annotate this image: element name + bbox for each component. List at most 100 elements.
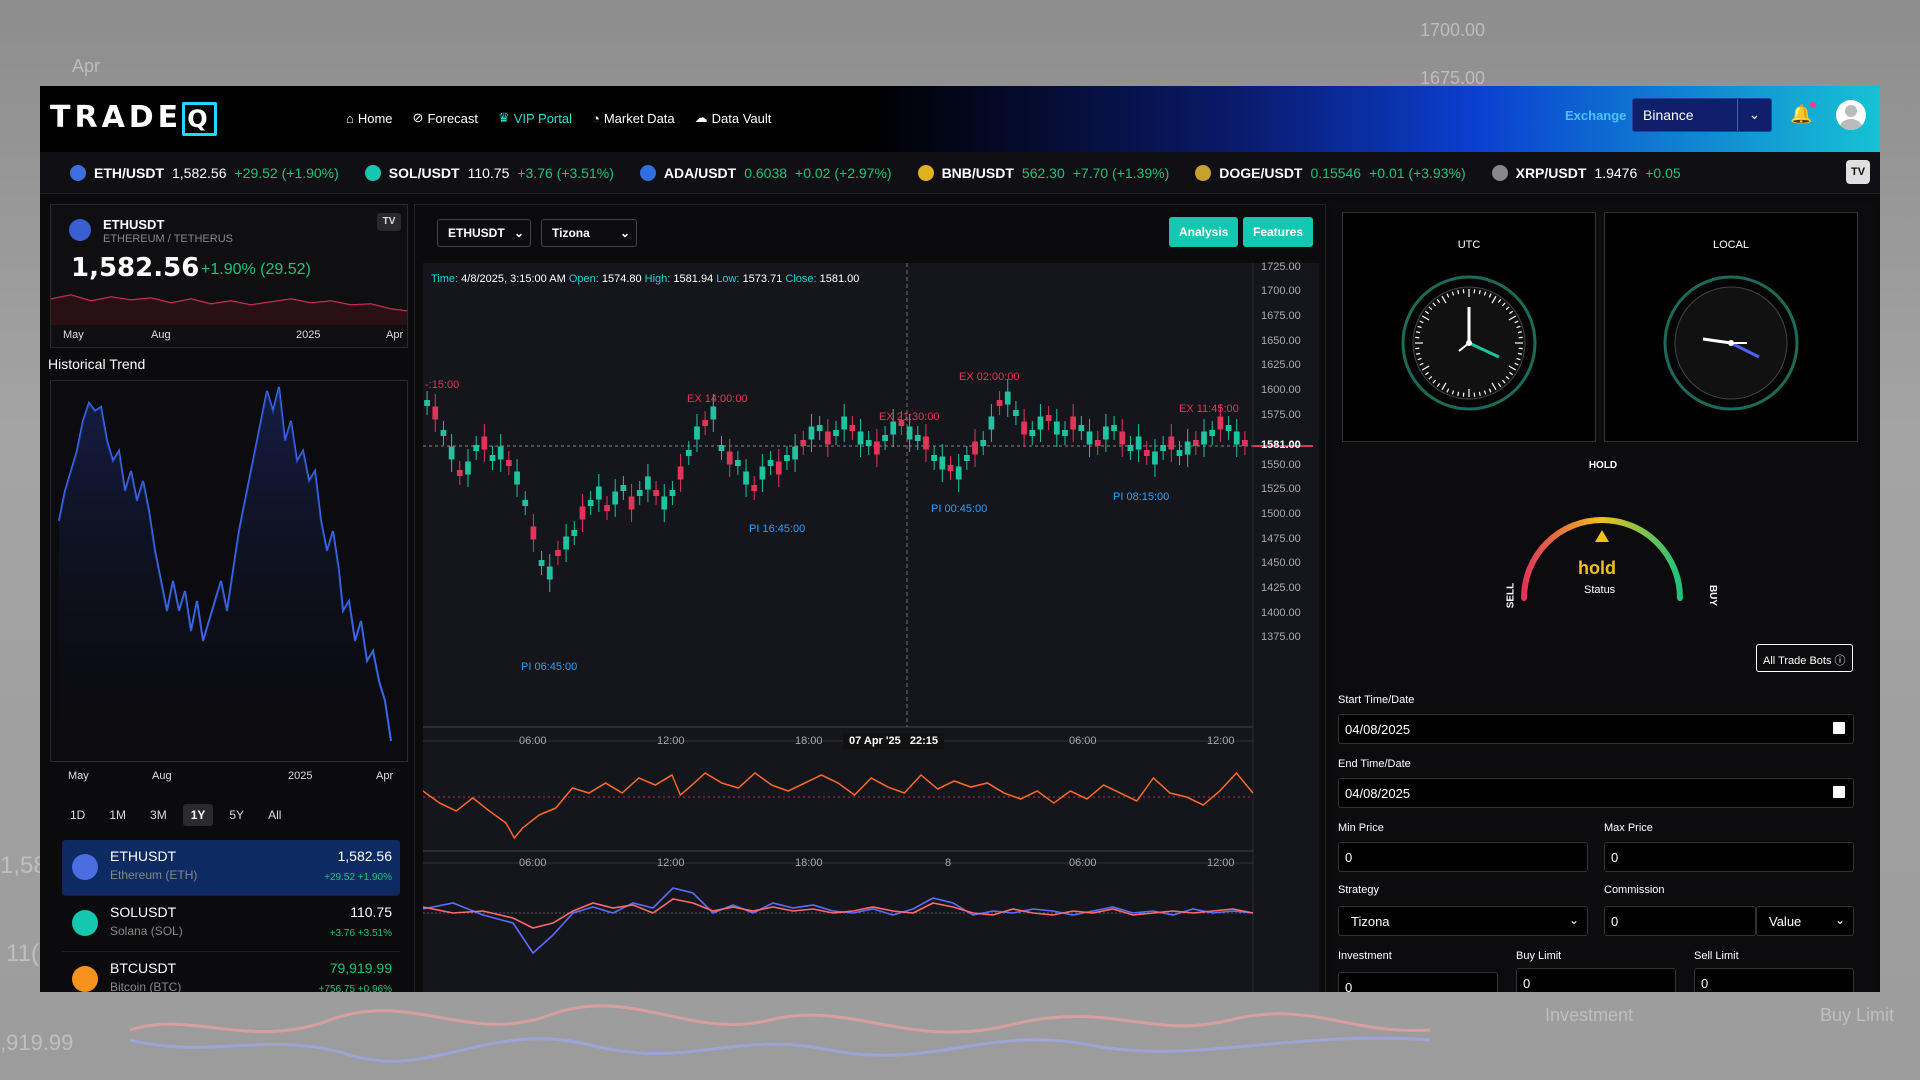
candle-body: [1168, 436, 1175, 450]
nav-forecast[interactable]: ⊘ Forecast: [413, 110, 478, 126]
candle-body: [726, 451, 733, 465]
ticker-symbol: BNB/USDT: [941, 164, 1014, 181]
watchlist-change: +29.52 +1.90%: [324, 872, 392, 883]
end-date-input[interactable]: 04/08/2025: [1338, 778, 1854, 808]
range-all[interactable]: All: [260, 804, 289, 826]
ticker-change: +29.52 (+1.90%): [234, 164, 339, 181]
candle-body: [743, 471, 749, 485]
watchlist-item[interactable]: ETHUSDT Ethereum (ETH) 1,582.56 +29.52 +…: [62, 840, 400, 896]
ticker-change: +3.76 (+3.51%): [517, 164, 614, 181]
symbol-select[interactable]: ETHUSDT ⌄: [437, 219, 531, 247]
commission-input[interactable]: 0: [1604, 906, 1756, 936]
candle-body: [473, 445, 480, 451]
exchange-select[interactable]: Binance ⌄: [1632, 98, 1772, 132]
bnb-coin-icon: [917, 164, 934, 181]
candle-body: [882, 435, 888, 441]
max-price-input[interactable]: 0: [1604, 842, 1854, 872]
features-button[interactable]: Features: [1243, 217, 1314, 247]
ticker-item[interactable]: ADA/USDT 0.6038 +0.02 (+2.97%): [639, 164, 892, 181]
watchlist-item[interactable]: BTCUSDT Bitcoin (BTC) 79,919.99 +756.75 …: [62, 952, 400, 992]
ticker-symbol: ETH/USDT: [94, 164, 164, 181]
min-price-input[interactable]: 0: [1338, 842, 1588, 872]
gauge-status: Status: [1584, 584, 1616, 596]
watchlist-item[interactable]: SOLUSDT Solana (SOL) 110.75 +3.76 +3.51%: [62, 896, 400, 952]
sub-x-tick: 06:00: [519, 857, 547, 869]
strategy-dropdown[interactable]: Tizona ⌄: [1338, 906, 1588, 936]
eth-coin-icon: [72, 854, 98, 880]
historical-trend-chart[interactable]: [50, 380, 408, 762]
sell-limit-value: 0: [1701, 976, 1709, 991]
calendar-icon[interactable]: [1833, 722, 1845, 734]
home-icon: ⌂: [346, 110, 354, 126]
ticker-item[interactable]: XRP/USDT 1.9476 +0.05: [1491, 164, 1681, 181]
signal-line-blue: [422, 887, 1254, 955]
end-date-value: 04/08/2025: [1345, 786, 1411, 801]
pi-marker: PI 16:45:00: [749, 523, 806, 535]
investment-input[interactable]: 0: [1338, 972, 1498, 992]
xrp-coin-icon: [1491, 164, 1508, 181]
ticker-item[interactable]: ETH/USDT 1,582.56 +29.52 (+1.90%): [70, 164, 339, 181]
mini-change: +1.90% (29.52): [201, 261, 311, 278]
candle-body: [824, 431, 831, 445]
calendar-icon[interactable]: [1833, 786, 1845, 798]
all-trade-bots-button[interactable]: All Trade Bots ⓘ: [1756, 644, 1853, 672]
buy-limit-input[interactable]: 0: [1516, 968, 1676, 992]
commission-type-dropdown[interactable]: Value ⌄: [1756, 906, 1854, 936]
range-5y[interactable]: 5Y: [221, 804, 252, 826]
clock-tick: [1517, 352, 1522, 355]
candle-body: [718, 445, 725, 451]
mini-axis-label: Aug: [151, 329, 171, 341]
candlestick-chart[interactable]: Time: 4/8/2025, 3:15:00 AM Open: 1574.80…: [422, 261, 1319, 992]
range-1d[interactable]: 1D: [62, 804, 93, 826]
doge-coin-icon: [1195, 164, 1212, 181]
tradingview-icon[interactable]: TV: [377, 213, 401, 231]
sub-x-tick: 12:00: [1207, 857, 1235, 869]
notification-bell-icon[interactable]: 🔔: [1790, 102, 1817, 125]
candle-body: [1127, 445, 1134, 451]
user-avatar[interactable]: [1836, 100, 1866, 130]
commission-type-value: Value: [1769, 914, 1802, 929]
candle-body: [767, 460, 774, 466]
candle-body: [1192, 440, 1199, 446]
backdrop-left-3: ,919.99: [0, 1030, 74, 1055]
mini-symbol: ETHUSDT: [103, 217, 165, 232]
start-date-label: Start Time/Date: [1338, 694, 1415, 706]
x-tick: 18:00: [795, 735, 823, 747]
mini-pair-name: ETHEREUM / TETHERUS: [103, 233, 233, 245]
candle-body: [1135, 436, 1142, 450]
candle-body: [563, 536, 569, 550]
ticker-item[interactable]: SOL/USDT 110.75 +3.76 (+3.51%): [364, 164, 614, 181]
watchlist-price: 1,582.56: [337, 848, 393, 864]
nav-home[interactable]: ⌂ Home: [346, 110, 393, 126]
strategy-select[interactable]: Tizona ⌄: [541, 219, 637, 247]
nav-vip-portal[interactable]: ♛ VIP Portal: [498, 110, 572, 126]
historical-trend-title: Historical Trend: [48, 356, 146, 372]
nav-market-data[interactable]: ◔ Market Data: [592, 110, 675, 126]
nav-data-vault[interactable]: ☁ Data Vault: [695, 110, 772, 126]
strategy-dropdown-value: Tizona: [1351, 914, 1390, 929]
ticker-item[interactable]: BNB/USDT 562.30 +7.70 (+1.39%): [917, 164, 1169, 181]
range-1y[interactable]: 1Y: [182, 804, 214, 826]
candle-body: [1225, 425, 1232, 431]
range-1m[interactable]: 1M: [101, 804, 134, 826]
crown-icon: ♛: [498, 110, 510, 125]
nav-vip-label: VIP Portal: [513, 110, 572, 126]
utc-label: UTC: [1457, 239, 1481, 251]
candle-body: [784, 455, 790, 461]
mini-chart-widget[interactable]: ETHUSDT ETHEREUM / TETHERUS 1,582.56 +1.…: [50, 204, 408, 348]
backdrop-left-2: 11(: [6, 940, 39, 967]
start-date-input[interactable]: 04/08/2025: [1338, 714, 1854, 744]
tradingview-icon[interactable]: TV: [1846, 160, 1870, 184]
candle-body: [1078, 425, 1085, 431]
candle-body: [1021, 421, 1027, 435]
tradeq-logo[interactable]: TRADE Q: [50, 100, 217, 136]
range-selector: 1D 1M 3M 1Y 5Y All: [62, 804, 289, 826]
analysis-button[interactable]: Analysis: [1169, 217, 1239, 247]
sell-limit-input[interactable]: 0: [1694, 968, 1854, 992]
strategy-label: Strategy: [1338, 884, 1379, 896]
candle-body: [931, 455, 938, 461]
logo-text: TRADE: [50, 100, 183, 135]
range-3m[interactable]: 3M: [142, 804, 175, 826]
ticker-item[interactable]: DOGE/USDT 0.15546 +0.01 (+3.93%): [1195, 164, 1466, 181]
candle-body: [833, 430, 839, 436]
